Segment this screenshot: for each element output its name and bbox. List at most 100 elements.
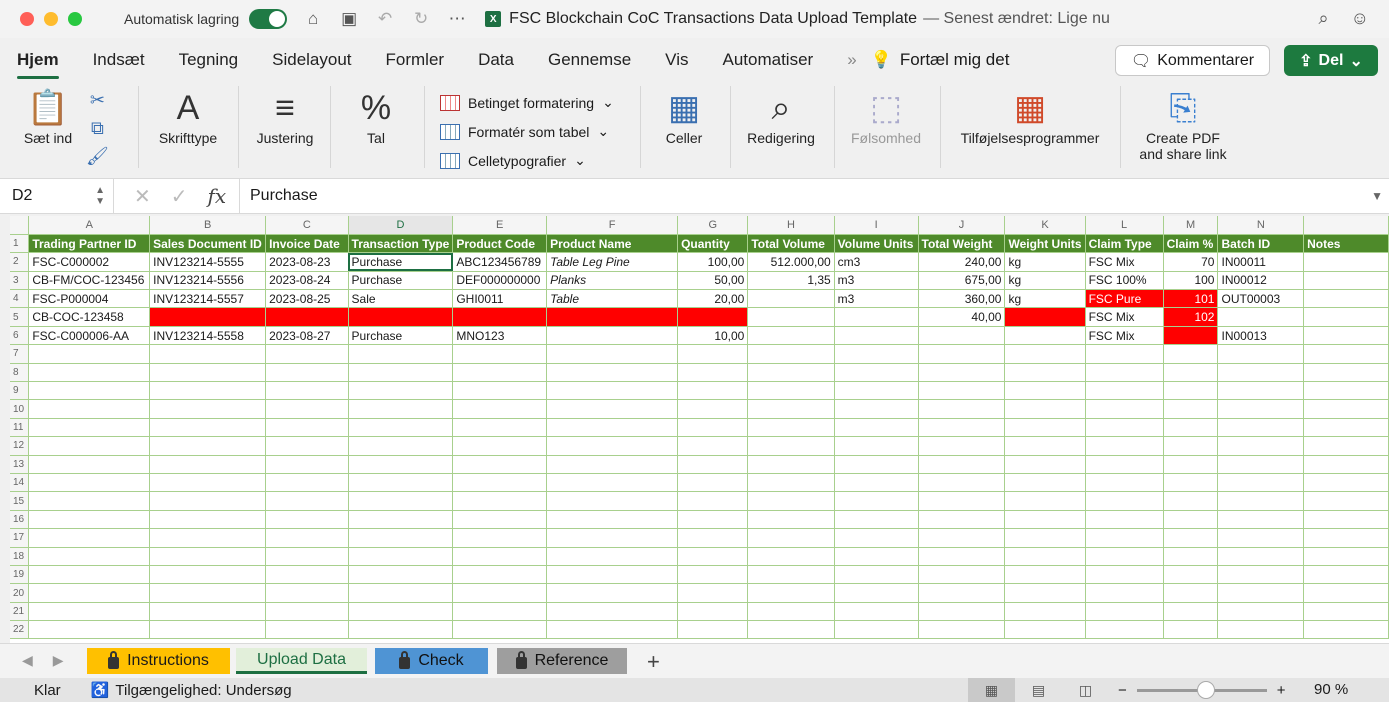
table-cell[interactable] xyxy=(747,381,835,401)
select-all-corner[interactable] xyxy=(10,216,30,235)
table-cell[interactable]: kg xyxy=(1004,271,1086,291)
table-cell[interactable] xyxy=(747,436,835,456)
table-cell[interactable] xyxy=(834,620,919,640)
table-cell[interactable] xyxy=(28,528,151,548)
table-cell[interactable] xyxy=(348,565,454,585)
table-cell[interactable] xyxy=(265,344,349,364)
table-cell[interactable] xyxy=(747,565,835,585)
table-cell[interactable]: 10,00 xyxy=(677,326,749,346)
table-cell[interactable] xyxy=(1303,602,1389,622)
table-cell[interactable] xyxy=(348,602,454,622)
row-header[interactable]: 4 xyxy=(10,289,30,309)
more-icon[interactable]: ⋯ xyxy=(447,9,467,29)
table-cell[interactable] xyxy=(149,620,267,640)
table-cell[interactable] xyxy=(1004,602,1086,622)
table-cell[interactable] xyxy=(1163,491,1219,511)
zoom-level[interactable]: 90 % xyxy=(1314,681,1348,698)
table-cell[interactable] xyxy=(265,565,349,585)
table-cell[interactable]: 1,35 xyxy=(747,271,835,291)
table-cell[interactable] xyxy=(348,455,454,474)
row-header[interactable]: 7 xyxy=(10,344,30,364)
expand-formula-icon[interactable]: ▼ xyxy=(1371,189,1383,203)
table-cell[interactable]: INV123214-5555 xyxy=(149,252,267,272)
table-cell[interactable] xyxy=(1085,436,1164,456)
table-cell[interactable] xyxy=(834,381,919,401)
page-break-view-icon[interactable]: ◫ xyxy=(1062,678,1109,702)
table-cell[interactable] xyxy=(677,363,749,383)
tab-formulas[interactable]: Formler xyxy=(386,50,445,70)
table-cell[interactable] xyxy=(834,510,919,530)
table-cell[interactable] xyxy=(546,363,679,383)
zoom-slider[interactable] xyxy=(1136,680,1267,699)
editing-button[interactable]: ⌕ Redigering xyxy=(742,86,820,146)
table-cell[interactable] xyxy=(1303,307,1389,327)
table-cell[interactable] xyxy=(834,399,919,419)
table-cell[interactable] xyxy=(28,344,151,364)
table-cell[interactable] xyxy=(1004,528,1086,548)
table-cell[interactable] xyxy=(834,602,919,622)
table-cell[interactable] xyxy=(1303,510,1389,530)
table-cell[interactable] xyxy=(1303,399,1389,419)
table-cell[interactable] xyxy=(348,583,454,603)
sensitivity-button[interactable]: ⬚ Følsomhed xyxy=(846,86,926,146)
table-cell[interactable] xyxy=(834,344,919,364)
table-cell[interactable] xyxy=(1004,547,1086,566)
table-cell[interactable] xyxy=(1303,491,1389,511)
table-cell[interactable] xyxy=(452,344,548,364)
conditional-formatting-button[interactable]: Betinget formatering ⌄ xyxy=(440,88,614,117)
table-cell[interactable] xyxy=(265,583,349,603)
table-cell[interactable] xyxy=(149,602,267,622)
cell-styles-button[interactable]: Celletypografier ⌄ xyxy=(440,146,614,175)
format-as-table-button[interactable]: Formatér som tabel ⌄ xyxy=(440,117,614,146)
table-cell[interactable]: 2023-08-23 xyxy=(265,252,349,272)
table-cell[interactable] xyxy=(1004,510,1086,530)
table-cell[interactable] xyxy=(1303,547,1389,566)
table-cell[interactable]: Purchase xyxy=(348,252,454,272)
tell-me-search[interactable]: 💡 Fortæl mig det xyxy=(871,50,1010,70)
table-cell[interactable] xyxy=(265,547,349,566)
save-icon[interactable]: ▣ xyxy=(339,9,359,29)
row-header[interactable]: 5 xyxy=(10,307,30,327)
table-cell[interactable] xyxy=(28,491,151,511)
table-cell[interactable] xyxy=(265,399,349,419)
row-header[interactable]: 16 xyxy=(10,510,30,530)
table-cell[interactable] xyxy=(1085,399,1164,419)
tab-review[interactable]: Gennemse xyxy=(548,50,631,70)
table-cell[interactable] xyxy=(677,491,749,511)
table-cell[interactable] xyxy=(1085,602,1164,622)
tab-automate[interactable]: Automatiser xyxy=(722,50,813,70)
table-cell[interactable] xyxy=(348,363,454,383)
table-cell[interactable] xyxy=(1163,583,1219,603)
close-window-button[interactable] xyxy=(20,12,34,26)
table-cell[interactable] xyxy=(918,510,1006,530)
column-title-cell[interactable]: Invoice Date xyxy=(265,234,349,254)
more-tabs-icon[interactable]: » xyxy=(847,50,856,70)
share-button[interactable]: ⇪ Del ⌄ xyxy=(1284,45,1378,76)
table-cell[interactable] xyxy=(747,547,835,566)
undo-icon[interactable]: ↶ xyxy=(375,9,395,29)
table-cell[interactable] xyxy=(265,602,349,622)
table-cell[interactable]: FSC 100% xyxy=(1085,271,1164,291)
table-cell[interactable] xyxy=(348,510,454,530)
table-cell[interactable] xyxy=(546,307,679,327)
table-cell[interactable] xyxy=(1163,473,1219,493)
column-title-cell[interactable]: Weight Units xyxy=(1004,234,1086,254)
table-cell[interactable] xyxy=(918,547,1006,566)
table-cell[interactable] xyxy=(28,381,151,401)
column-header[interactable]: G xyxy=(677,216,749,235)
table-cell[interactable] xyxy=(546,565,679,585)
table-cell[interactable] xyxy=(677,583,749,603)
tab-data[interactable]: Data xyxy=(478,50,514,70)
tab-draw[interactable]: Tegning xyxy=(179,50,239,70)
table-cell[interactable] xyxy=(1217,602,1305,622)
table-cell[interactable]: cm3 xyxy=(834,252,919,272)
table-cell[interactable] xyxy=(452,381,548,401)
column-header[interactable]: K xyxy=(1004,216,1086,235)
table-cell[interactable] xyxy=(1004,399,1086,419)
table-cell[interactable] xyxy=(747,307,835,327)
zoom-out-icon[interactable]: − xyxy=(1118,682,1127,699)
table-cell[interactable] xyxy=(28,418,151,438)
table-cell[interactable]: 20,00 xyxy=(677,289,749,309)
table-cell[interactable] xyxy=(677,565,749,585)
table-cell[interactable]: GHI0011 xyxy=(452,289,548,309)
